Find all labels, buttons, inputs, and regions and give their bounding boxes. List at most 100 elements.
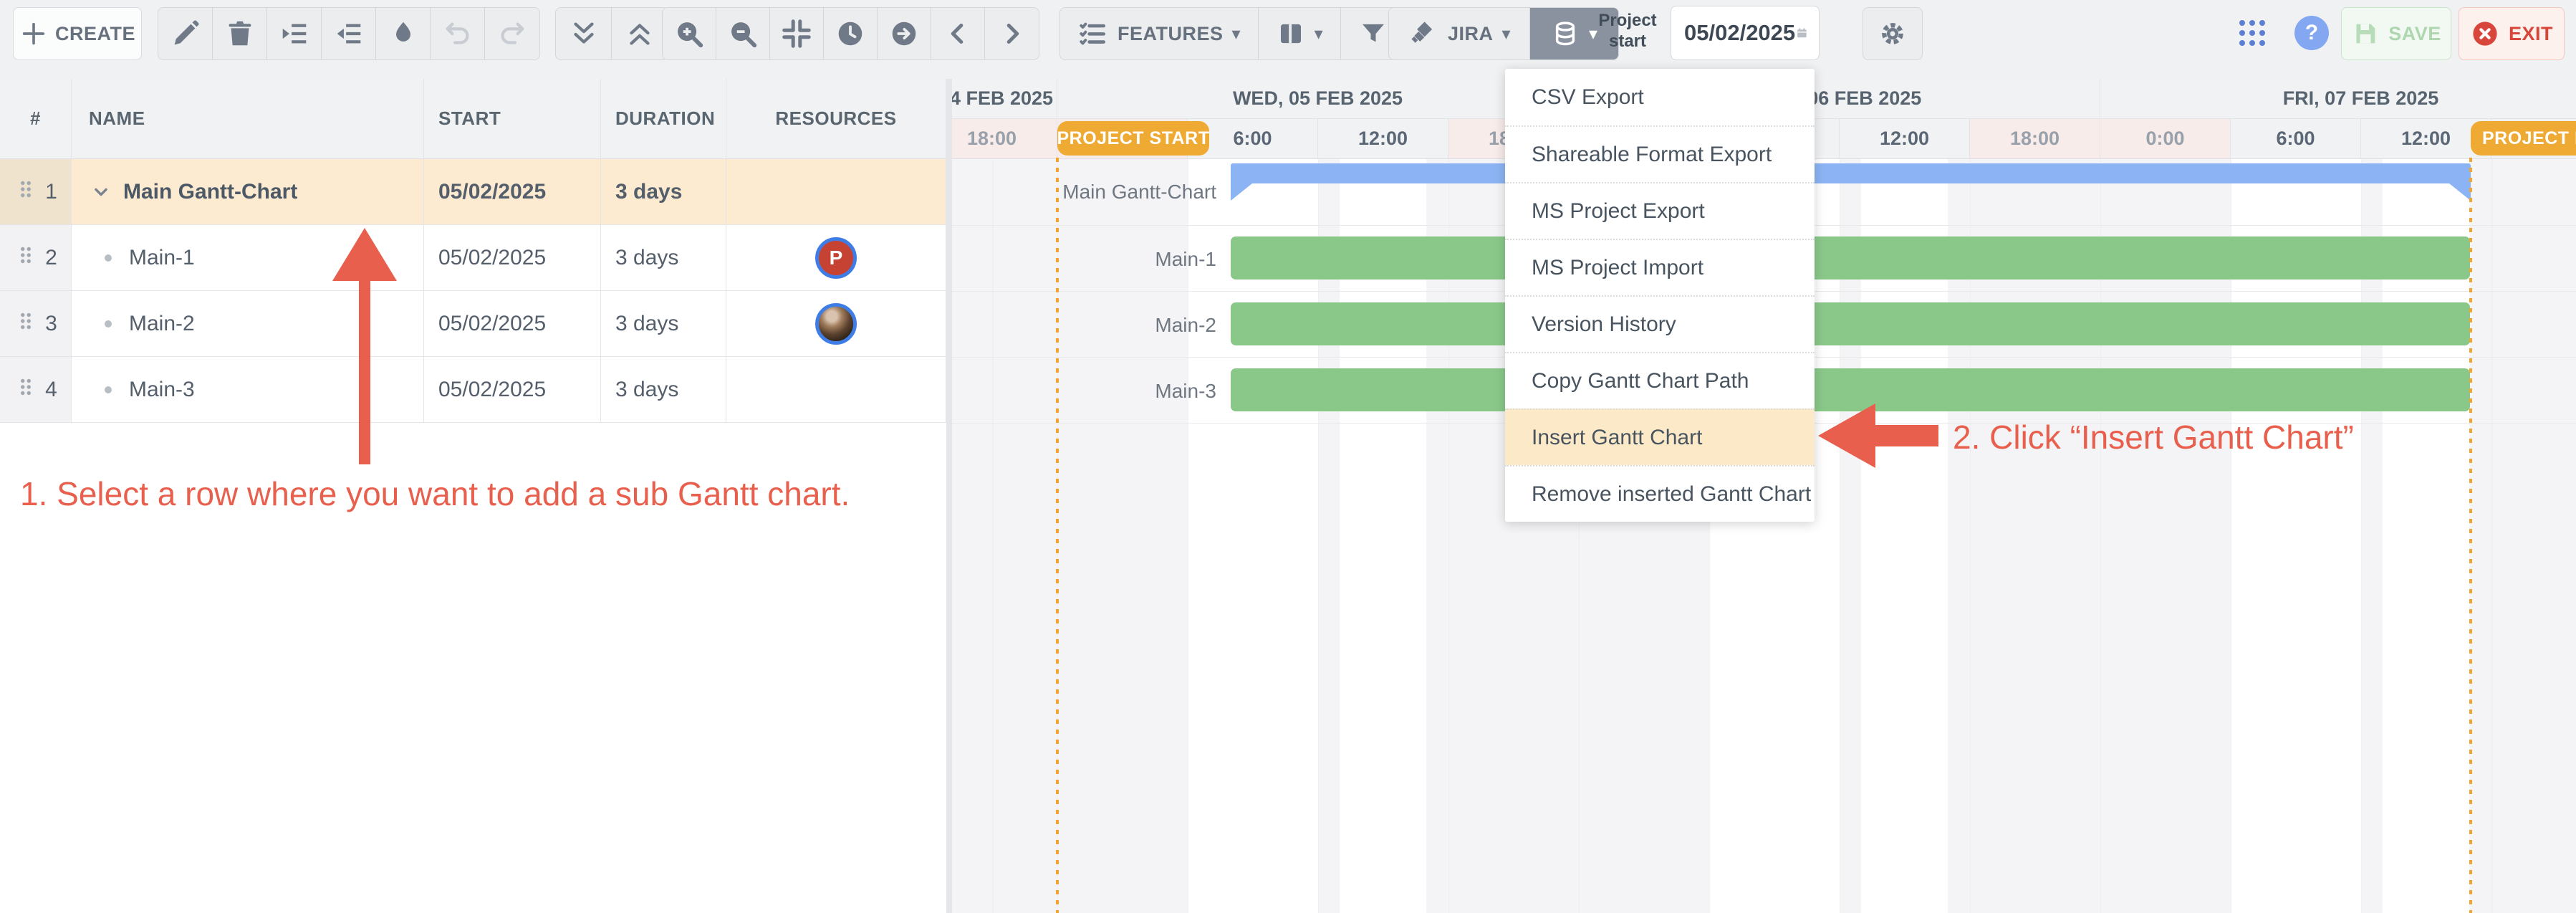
avatar[interactable] [815, 303, 857, 345]
menu-item-csv-export[interactable]: CSV Export [1505, 69, 1815, 125]
create-button[interactable]: CREATE [13, 7, 142, 60]
task-duration[interactable]: 3 days [601, 291, 726, 357]
fit-to-screen-button[interactable] [770, 8, 824, 59]
settings-button[interactable] [1863, 7, 1923, 60]
task-start[interactable]: 05/02/2025 [424, 291, 601, 357]
column-header-num[interactable]: # [0, 79, 72, 159]
column-header-resources[interactable]: RESOURCES [726, 79, 946, 159]
save-button[interactable]: SAVE [2341, 7, 2451, 60]
bar-label: Main Gantt-Chart [946, 181, 1216, 204]
task-resources[interactable] [726, 291, 946, 357]
collapse-all-button[interactable] [612, 8, 668, 59]
expand-all-button[interactable] [556, 8, 612, 59]
avatar[interactable]: P [815, 237, 857, 279]
task-resources[interactable] [726, 159, 946, 225]
redo-button[interactable] [485, 8, 539, 59]
task-name[interactable]: Main Gantt-Chart [123, 180, 297, 204]
plus-icon [19, 19, 48, 48]
drag-handle-icon[interactable] [14, 241, 38, 275]
exit-button[interactable]: EXIT [2459, 7, 2565, 60]
task-duration[interactable]: 3 days [601, 159, 726, 225]
menu-item-shareable-format-export[interactable]: Shareable Format Export [1505, 125, 1815, 182]
table-row[interactable]: 2 Main-1 05/02/2025 3 days P [0, 225, 946, 291]
project-start-date-input[interactable]: 05/02/2025 [1671, 6, 1820, 60]
go-to-task-button[interactable] [878, 8, 931, 59]
menu-item-insert-gantt-chart[interactable]: Insert Gantt Chart [1505, 408, 1815, 465]
row-number: 3 [45, 312, 57, 336]
drag-handle-icon[interactable] [14, 175, 38, 209]
task-bar[interactable] [1231, 236, 2470, 279]
task-start[interactable]: 05/02/2025 [424, 159, 601, 225]
timeline-time-cell: 0:00 [2100, 119, 2231, 159]
columns-icon [1276, 19, 1306, 49]
annotation-step2-text: 2. Click “Insert Gantt Chart” [1953, 418, 2354, 456]
chevron-left-icon [941, 17, 974, 50]
app-switcher-button[interactable] [2235, 16, 2269, 54]
jira-button[interactable]: JIRA ▾ [1389, 8, 1529, 59]
features-button[interactable]: FEATURES ▾ [1060, 8, 1259, 59]
annotation-step1-text: 1. Select a row where you want to add a … [20, 474, 850, 513]
clear-button[interactable] [376, 8, 431, 59]
exit-button-label: EXIT [2509, 23, 2553, 45]
column-header-name[interactable]: NAME [72, 79, 424, 159]
task-name[interactable]: Main-1 [129, 246, 195, 270]
project-end-badge: PROJECT END [2471, 121, 2576, 156]
row-number: 1 [45, 180, 57, 204]
pane-divider[interactable] [946, 79, 952, 913]
save-button-label: SAVE [2388, 23, 2441, 45]
task-duration[interactable]: 3 days [601, 225, 726, 291]
menu-item-copy-gantt-chart-path[interactable]: Copy Gantt Chart Path [1505, 352, 1815, 408]
export-dropdown-menu: CSV Export Shareable Format Export MS Pr… [1505, 69, 1815, 522]
table-row[interactable]: 3 Main-2 05/02/2025 3 days [0, 291, 946, 357]
timeline-time-cell: 18:00 [946, 119, 1057, 159]
menu-item-version-history[interactable]: Version History [1505, 295, 1815, 352]
undo-button[interactable] [431, 8, 485, 59]
row-number: 4 [45, 378, 57, 402]
summary-task-bar[interactable] [1231, 163, 2471, 183]
drag-handle-icon[interactable] [14, 373, 38, 407]
scroll-right-button[interactable] [985, 8, 1039, 59]
task-duration[interactable]: 3 days [601, 357, 726, 423]
chevron-right-icon [996, 17, 1029, 50]
column-header-duration[interactable]: DURATION [601, 79, 726, 159]
task-name[interactable]: Main-3 [129, 378, 195, 402]
floppy-icon [2351, 19, 2380, 48]
task-start[interactable]: 05/02/2025 [424, 225, 601, 291]
indent-button[interactable] [267, 8, 322, 59]
calendar-icon[interactable] [1795, 19, 1809, 47]
zoom-in-button[interactable] [663, 8, 716, 59]
project-start-label: Project start [1593, 10, 1662, 52]
bullet-icon [105, 320, 112, 328]
drag-handle-icon[interactable] [14, 307, 38, 341]
delete-button[interactable] [213, 8, 267, 59]
edit-button[interactable] [158, 8, 213, 59]
task-start[interactable]: 05/02/2025 [424, 357, 601, 423]
indent-icon [278, 17, 311, 50]
annotation-arrow-stem [1873, 425, 1938, 446]
task-resources[interactable]: P [726, 225, 946, 291]
arrow-right-circle-icon [888, 17, 921, 50]
outdent-button[interactable] [322, 8, 376, 59]
scroll-left-button[interactable] [931, 8, 985, 59]
current-time-button[interactable] [824, 8, 878, 59]
task-name[interactable]: Main-2 [129, 312, 195, 336]
x-circle-icon [2470, 19, 2500, 49]
menu-item-ms-project-export[interactable]: MS Project Export [1505, 182, 1815, 239]
task-bar[interactable] [1231, 302, 2470, 345]
column-header-start[interactable]: START [424, 79, 601, 159]
menu-item-ms-project-import[interactable]: MS Project Import [1505, 239, 1815, 295]
bullet-icon [105, 254, 112, 262]
table-row[interactable]: 4 Main-3 05/02/2025 3 days [0, 357, 946, 423]
bar-label: Main-2 [946, 314, 1216, 337]
help-button-label: ? [2305, 21, 2318, 45]
trash-icon [224, 17, 256, 50]
table-row[interactable]: 1 Main Gantt-Chart 05/02/2025 3 days [0, 159, 946, 225]
timeline-day-header: FRI, 07 FEB 2025 [2100, 79, 2576, 119]
zoom-out-button[interactable] [716, 8, 770, 59]
chevron-down-icon[interactable] [89, 180, 113, 204]
toolbar: CREATE FEATURES [0, 0, 2576, 66]
columns-button[interactable]: ▾ [1259, 8, 1341, 59]
task-resources[interactable] [726, 357, 946, 423]
menu-item-remove-inserted-gantt-chart[interactable]: Remove inserted Gantt Chart [1505, 465, 1815, 522]
help-button[interactable]: ? [2294, 16, 2329, 50]
